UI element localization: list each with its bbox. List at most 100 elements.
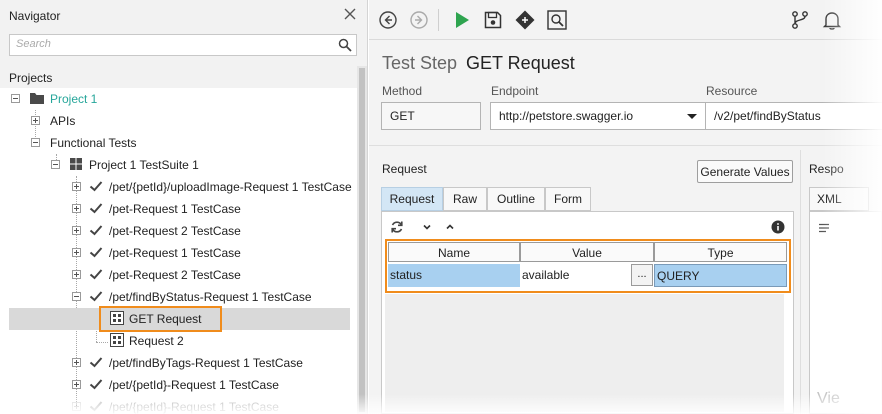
tree-item-label: /pet/{petId}/uploadImage-Request 1 TestC… <box>109 180 352 194</box>
collapse-toggle[interactable] <box>72 292 81 301</box>
search-icon[interactable] <box>338 38 352 52</box>
endpoint-select[interactable]: http://petstore.swagger.io <box>490 102 706 130</box>
expand-toggle[interactable] <box>31 116 40 125</box>
splitter[interactable] <box>800 150 801 414</box>
expand-toggle[interactable] <box>72 358 81 367</box>
response-placeholder: Vie <box>817 390 840 407</box>
chevron-down-icon[interactable] <box>420 220 434 234</box>
tab-form[interactable]: Form <box>545 187 591 211</box>
navigator-search[interactable] <box>9 34 357 56</box>
request-step-icon <box>110 333 124 347</box>
tab-raw[interactable]: Raw <box>443 187 487 211</box>
expand-toggle[interactable] <box>72 402 81 411</box>
request-parameters-panel: Name Value Type status available ... QUE… <box>381 211 794 414</box>
divider <box>369 145 882 146</box>
resource-label: Resource <box>706 84 758 98</box>
checkmark-icon <box>89 401 103 412</box>
projects-label: Projects <box>9 71 53 85</box>
tree-item-testcase[interactable]: /pet/findByStatus-Request 1 TestCase <box>0 286 357 308</box>
tree-item-testcase[interactable]: /pet-Request 1 TestCase <box>0 198 357 220</box>
notification-bell-icon[interactable] <box>821 9 843 31</box>
tree-item-apis[interactable]: APIs <box>0 110 357 132</box>
endpoint-value: http://petstore.swagger.io <box>499 109 634 123</box>
run-icon[interactable] <box>451 9 473 31</box>
checkmark-icon <box>89 203 103 214</box>
tree-item-project[interactable]: Project 1 <box>0 88 357 110</box>
save-icon[interactable] <box>482 9 504 31</box>
request-section-label: Request <box>382 162 427 176</box>
table-empty-area <box>385 294 784 412</box>
forward-icon[interactable] <box>408 9 430 31</box>
parameters-table: Name Value Type status available ... QUE… <box>385 239 791 293</box>
tree-item-testcase[interactable]: /pet/findByTags-Request 1 TestCase <box>0 352 357 374</box>
tree-item-label: /pet-Request 2 TestCase <box>109 224 241 238</box>
tab-outline[interactable]: Outline <box>487 187 545 211</box>
expand-toggle[interactable] <box>72 380 81 389</box>
response-section-label: Respo <box>809 162 844 176</box>
tree-scrollbar[interactable] <box>357 66 367 414</box>
chevron-up-icon[interactable] <box>443 220 457 234</box>
tree-item-label: /pet/findByStatus-Request 1 TestCase <box>109 290 312 304</box>
generate-values-button[interactable]: Generate Values <box>697 160 793 183</box>
tree-item-suite[interactable]: Project 1 TestSuite 1 <box>0 154 357 176</box>
source-control-icon[interactable] <box>514 9 536 31</box>
tree-item-label: /pet/{petId}-Request 1 TestCase <box>109 378 279 392</box>
checkmark-icon <box>89 269 103 280</box>
highlight-frame <box>385 239 791 293</box>
method-label: Method <box>382 84 423 98</box>
tree-item-testcase[interactable]: /pet/{petId}/uploadImage-Request 1 TestC… <box>0 176 357 198</box>
method-field[interactable]: GET <box>381 102 481 130</box>
checkmark-icon <box>89 291 103 302</box>
expand-toggle[interactable] <box>72 182 81 191</box>
checkmark-icon <box>89 247 103 258</box>
expand-toggle[interactable] <box>72 226 81 235</box>
tree-item-testcase[interactable]: /pet/{petId}-Request 1 TestCase <box>0 374 357 396</box>
checkmark-icon <box>89 181 103 192</box>
response-panel <box>809 211 882 414</box>
checkmark-icon <box>89 379 103 390</box>
collapse-toggle[interactable] <box>31 138 40 147</box>
tree-item-label: Functional Tests <box>50 136 137 150</box>
tree-item-label: /pet/findByTags-Request 1 TestCase <box>109 356 303 370</box>
collapse-toggle[interactable] <box>11 94 20 103</box>
expand-toggle[interactable] <box>72 248 81 257</box>
tree-item-label: /pet/{petId}-Request 1 TestCase <box>109 400 279 414</box>
tree-item-testcase[interactable]: /pet-Request 2 TestCase <box>0 220 357 242</box>
tree-item-label: /pet-Request 1 TestCase <box>109 202 241 216</box>
info-icon[interactable] <box>771 220 785 234</box>
expand-toggle[interactable] <box>72 204 81 213</box>
tab-request[interactable]: Request <box>381 187 443 211</box>
tree-item-label: /pet-Request 2 TestCase <box>109 268 241 282</box>
scrollbar-thumb[interactable] <box>359 68 365 412</box>
refresh-icon[interactable] <box>390 220 404 234</box>
resource-field[interactable]: /v2/pet/findByStatus <box>705 102 882 130</box>
git-branch-icon[interactable] <box>789 9 811 31</box>
toolbar <box>369 0 882 40</box>
collapse-toggle[interactable] <box>51 160 60 169</box>
tree-item-label: Request 2 <box>129 334 184 348</box>
test-step-editor: Test Step GET Request Method Endpoint Re… <box>369 40 882 414</box>
search-input[interactable] <box>16 38 316 50</box>
tab-xml[interactable]: XML <box>809 187 869 211</box>
tree-item-testcase[interactable]: /pet-Request 1 TestCase <box>0 242 357 264</box>
navigator-panel: Navigator Projects Project 1 APIs Functi… <box>0 0 368 414</box>
checkmark-icon <box>89 225 103 236</box>
list-icon[interactable] <box>818 222 830 234</box>
tree-item-label: APIs <box>50 114 76 128</box>
toolbar-separator <box>438 9 439 31</box>
tree-item-label: Project 1 <box>50 92 98 106</box>
tree-item-label: Project 1 TestSuite 1 <box>89 158 199 172</box>
chevron-down-icon[interactable] <box>687 114 697 119</box>
tree-item-functional-tests[interactable]: Functional Tests <box>0 132 357 154</box>
tree-item-testcase[interactable]: /pet/{petId}-Request 1 TestCase <box>0 396 357 414</box>
tree-item-step[interactable]: Request 2 <box>9 330 350 352</box>
page-title: GET Request <box>466 53 575 73</box>
tree-item-testcase[interactable]: /pet-Request 2 TestCase <box>0 264 357 286</box>
back-icon[interactable] <box>377 9 399 31</box>
inspect-request-icon[interactable] <box>546 9 568 31</box>
close-icon[interactable] <box>343 7 357 21</box>
page-title-prefix: Test Step <box>382 53 458 73</box>
navigator-title: Navigator <box>9 9 61 23</box>
expand-toggle[interactable] <box>72 270 81 279</box>
resource-value: /v2/pet/findByStatus <box>714 109 821 123</box>
